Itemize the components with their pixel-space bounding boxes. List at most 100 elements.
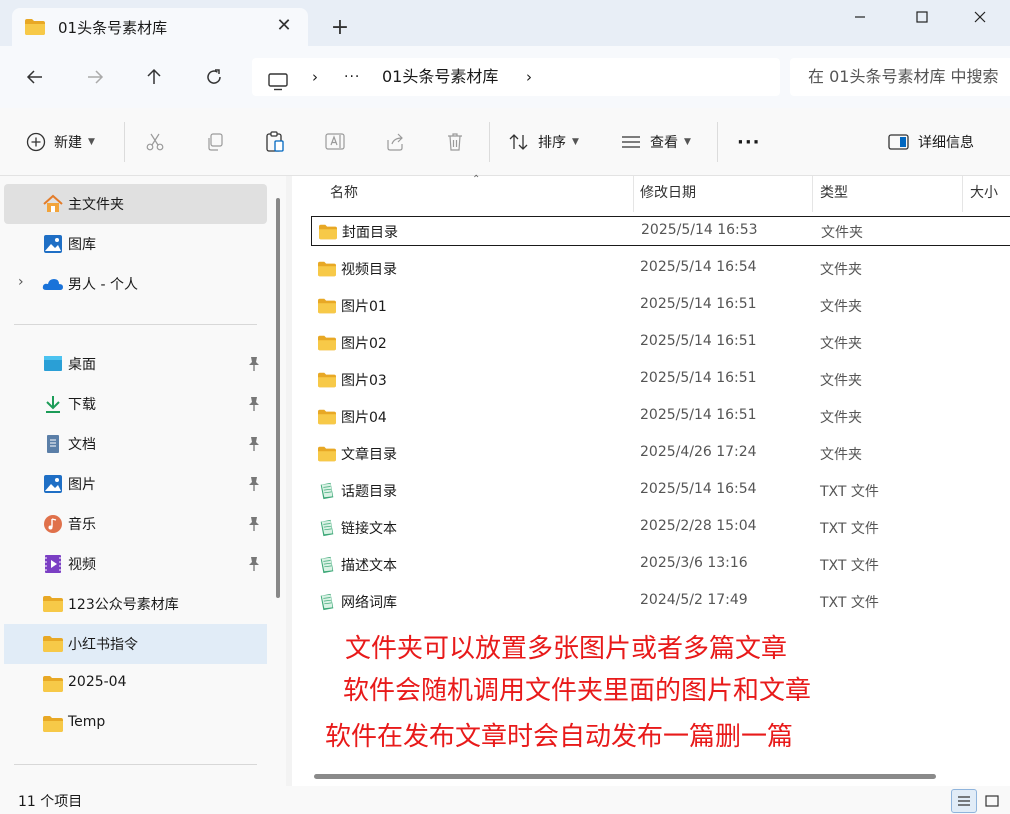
file-date: 2025/5/14 16:53 bbox=[641, 222, 758, 238]
delete-button[interactable] bbox=[445, 126, 465, 158]
search-input[interactable]: 在 01头条号素材库 中搜索 bbox=[790, 58, 1010, 96]
scissors-icon bbox=[146, 133, 164, 151]
horizontal-scrollbar[interactable] bbox=[314, 774, 936, 779]
notepad-file-icon bbox=[320, 482, 334, 500]
sidebar-item-label: 男人 - 个人 bbox=[68, 277, 138, 293]
column-header-name[interactable]: 名称 bbox=[330, 176, 358, 212]
column-header-type[interactable]: 类型 bbox=[820, 176, 848, 212]
chevron-right-icon[interactable]: › bbox=[526, 58, 532, 96]
table-row[interactable]: 链接文本 2025/2/28 15:04 TXT 文件 bbox=[311, 513, 1010, 543]
breadcrumb-current[interactable]: 01头条号素材库 bbox=[382, 58, 498, 96]
chevron-right-icon[interactable]: › bbox=[18, 274, 24, 290]
sidebar-scrollbar[interactable] bbox=[276, 198, 280, 598]
arrow-left-icon bbox=[26, 70, 42, 84]
file-type: 文件夹 bbox=[820, 373, 862, 389]
sidebar-item-videos[interactable]: 视频 bbox=[4, 544, 267, 584]
table-row[interactable]: 封面目录 2025/5/14 16:53 文件夹 bbox=[311, 216, 1010, 246]
rename-button[interactable] bbox=[325, 126, 347, 158]
table-row[interactable]: 文章目录 2025/4/26 17:24 文件夹 bbox=[311, 439, 1010, 469]
file-name: 图片04 bbox=[341, 410, 387, 426]
sidebar-item-folder[interactable]: 2025-04 bbox=[4, 664, 267, 704]
sidebar-item-desktop[interactable]: 桌面 bbox=[4, 344, 267, 384]
tiles-view-button[interactable] bbox=[979, 789, 1005, 813]
column-divider[interactable] bbox=[962, 176, 963, 212]
sidebar-item-downloads[interactable]: 下载 bbox=[4, 384, 267, 424]
paste-button[interactable] bbox=[265, 126, 285, 158]
details-pane-button[interactable]: 详细信息 bbox=[888, 126, 974, 158]
pin-icon[interactable] bbox=[247, 436, 261, 452]
sort-ascending-icon: ⌃ bbox=[472, 174, 481, 185]
copy-button[interactable] bbox=[205, 126, 225, 158]
share-button[interactable] bbox=[385, 126, 405, 158]
sidebar-item-folder[interactable]: 123公众号素材库 bbox=[4, 584, 267, 624]
table-row[interactable]: 网络词库 2024/5/2 17:49 TXT 文件 bbox=[311, 587, 1010, 617]
toolbar-divider bbox=[717, 122, 718, 162]
view-button[interactable]: 查看 ▼ bbox=[620, 126, 691, 158]
refresh-button[interactable] bbox=[197, 60, 231, 94]
folder-icon bbox=[318, 372, 336, 388]
sidebar-item-label: 主文件夹 bbox=[68, 197, 124, 213]
table-row[interactable]: 图片03 2025/5/14 16:51 文件夹 bbox=[311, 365, 1010, 395]
sort-icon bbox=[509, 134, 528, 150]
sidebar-item-label: 123公众号素材库 bbox=[68, 597, 179, 613]
minimize-button[interactable] bbox=[830, 0, 890, 34]
cut-button[interactable] bbox=[145, 126, 165, 158]
file-date: 2025/5/14 16:54 bbox=[640, 259, 757, 275]
breadcrumb-overflow[interactable]: ··· bbox=[344, 58, 360, 96]
tab-close-icon[interactable]: ✕ bbox=[274, 16, 294, 36]
file-name: 图片02 bbox=[341, 336, 387, 352]
file-type: 文件夹 bbox=[820, 262, 862, 278]
sidebar-item-folder[interactable]: Temp bbox=[4, 704, 267, 744]
sidebar-item-home[interactable]: 主文件夹 bbox=[4, 184, 267, 224]
table-row[interactable]: 图片01 2025/5/14 16:51 文件夹 bbox=[311, 291, 1010, 321]
more-options-button[interactable]: ··· bbox=[737, 126, 761, 158]
table-row[interactable]: 图片02 2025/5/14 16:51 文件夹 bbox=[311, 328, 1010, 358]
sidebar-item-folder[interactable]: 小红书指令 bbox=[4, 624, 267, 664]
copy-icon bbox=[208, 133, 223, 151]
column-header-size[interactable]: 大小 bbox=[970, 176, 998, 212]
folder-icon bbox=[43, 636, 63, 652]
sidebar-item-label: 2025-04 bbox=[68, 674, 127, 690]
sidebar-item-music[interactable]: 音乐 bbox=[4, 504, 267, 544]
details-view-button[interactable] bbox=[951, 789, 977, 813]
pin-icon[interactable] bbox=[247, 396, 261, 412]
clipboard-icon bbox=[266, 131, 284, 152]
column-divider[interactable] bbox=[812, 176, 813, 212]
maximize-button[interactable] bbox=[892, 0, 952, 34]
back-button[interactable] bbox=[18, 60, 52, 94]
table-row[interactable]: 图片04 2025/5/14 16:51 文件夹 bbox=[311, 402, 1010, 432]
up-button[interactable] bbox=[137, 60, 171, 94]
table-row[interactable]: 描述文本 2025/3/6 13:16 TXT 文件 bbox=[311, 550, 1010, 580]
tab-current[interactable]: 01头条号素材库 ✕ bbox=[12, 8, 308, 46]
file-date: 2025/5/14 16:54 bbox=[640, 481, 757, 497]
sidebar-item-pictures[interactable]: 图片 bbox=[4, 464, 267, 504]
sidebar-item-label: 音乐 bbox=[68, 517, 96, 533]
pictures-icon bbox=[44, 475, 62, 493]
sidebar-item-label: 下载 bbox=[68, 397, 96, 413]
column-header-date[interactable]: 修改日期 bbox=[640, 176, 696, 212]
sidebar-item-gallery[interactable]: 图库 bbox=[4, 224, 267, 264]
column-divider[interactable] bbox=[633, 176, 634, 212]
file-type: 文件夹 bbox=[821, 225, 863, 241]
sidebar-item-onedrive[interactable]: › 男人 - 个人 bbox=[4, 264, 267, 304]
table-row[interactable]: 话题目录 2025/5/14 16:54 TXT 文件 bbox=[311, 476, 1010, 506]
pin-icon[interactable] bbox=[247, 476, 261, 492]
table-row[interactable]: 视频目录 2025/5/14 16:54 文件夹 bbox=[311, 254, 1010, 284]
sort-button[interactable]: 排序 ▼ bbox=[508, 126, 579, 158]
file-date: 2025/5/14 16:51 bbox=[640, 370, 757, 386]
folder-icon bbox=[318, 409, 336, 425]
pin-icon[interactable] bbox=[247, 356, 261, 372]
chevron-right-icon[interactable]: › bbox=[312, 58, 318, 96]
folder-icon bbox=[318, 261, 336, 277]
address-bar[interactable]: › ··· 01头条号素材库 › bbox=[252, 58, 780, 96]
new-tab-button[interactable]: + bbox=[326, 14, 354, 42]
monitor-icon[interactable] bbox=[268, 68, 288, 91]
forward-button[interactable] bbox=[78, 60, 112, 94]
status-bar: 11 个项目 bbox=[0, 786, 1010, 814]
close-window-button[interactable] bbox=[950, 0, 1010, 34]
pin-icon[interactable] bbox=[247, 556, 261, 572]
pin-icon[interactable] bbox=[247, 516, 261, 532]
home-icon bbox=[43, 194, 63, 212]
new-button[interactable]: 新建 ▼ bbox=[26, 126, 95, 158]
sidebar-item-documents[interactable]: 文档 bbox=[4, 424, 267, 464]
